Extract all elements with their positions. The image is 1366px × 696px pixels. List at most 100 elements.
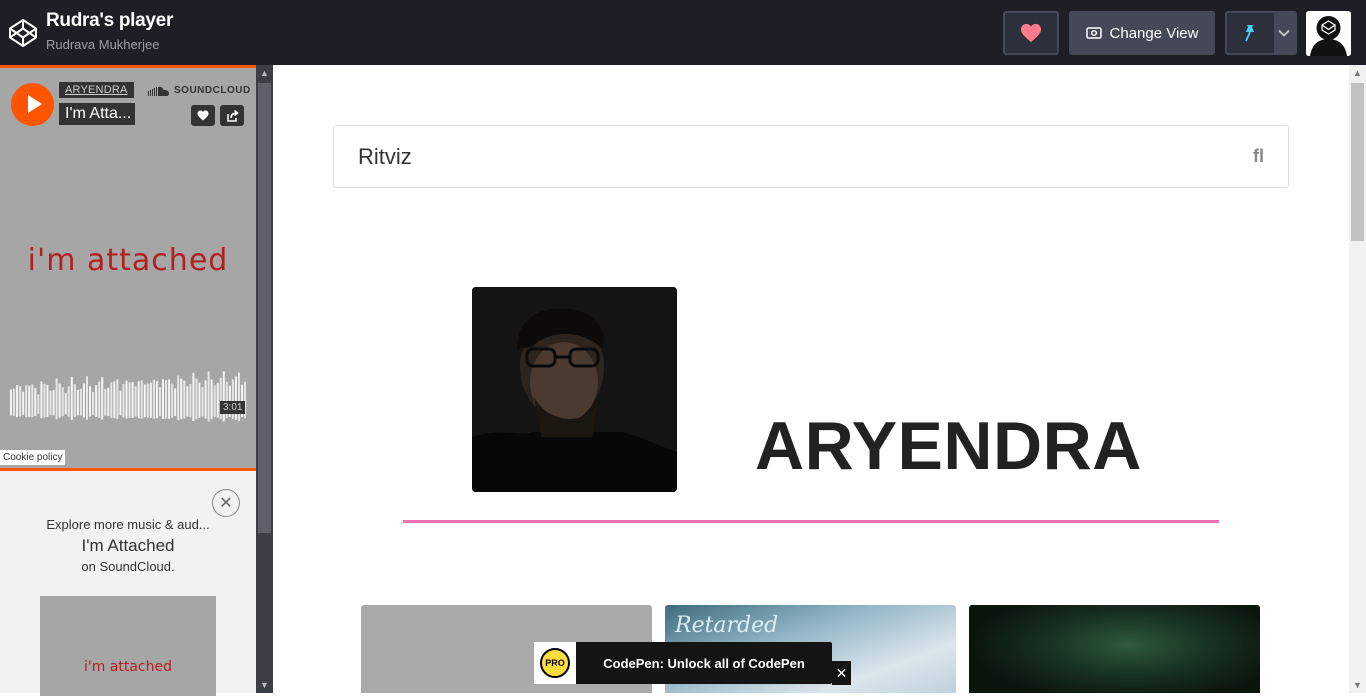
waveform-bar	[46, 385, 49, 417]
waveform-bar	[40, 381, 43, 419]
artist-name-heading: ARYENDRA	[755, 408, 1142, 484]
play-button[interactable]	[11, 83, 54, 126]
heart-icon	[197, 110, 209, 121]
track-card[interactable]	[969, 605, 1260, 693]
scroll-up-icon[interactable]: ▲	[1349, 65, 1366, 81]
track-card-artwork-text: Retarded	[675, 613, 779, 638]
codepen-logo-icon[interactable]	[8, 18, 38, 48]
avatar-image	[1306, 11, 1351, 56]
change-view-label: Change View	[1109, 24, 1199, 42]
promo-artwork[interactable]: i'm attached	[40, 596, 216, 696]
waveform-bar	[98, 381, 101, 419]
waveform-bar	[171, 383, 174, 418]
promo-platform-text: on SoundCloud.	[81, 559, 175, 574]
track-artwork-text: i'm attached	[27, 243, 229, 278]
waveform-bar	[158, 387, 161, 417]
waveform-bar	[82, 383, 85, 418]
waveform-bar	[207, 371, 210, 422]
soundcloud-logo[interactable]: SOUNDCLOUD	[148, 85, 251, 96]
promo-artwork-text: i'm attached	[83, 659, 173, 675]
search-icon[interactable]: fl	[1253, 146, 1264, 167]
right-scrollbar-thumb[interactable]	[1351, 83, 1364, 241]
waveform-bar	[110, 382, 113, 418]
pro-toast-text[interactable]: CodePen: Unlock all of CodePen	[576, 656, 832, 671]
waveform-bar	[204, 380, 207, 419]
waveform-bar	[131, 382, 134, 418]
waveform-bar	[195, 378, 198, 420]
waveform-bar	[201, 386, 204, 417]
waveform-bar	[183, 380, 186, 419]
waveform-bar	[222, 371, 225, 422]
cookie-policy-link[interactable]: Cookie policy	[0, 450, 66, 465]
view-icon	[1085, 27, 1102, 39]
waveform-bar	[149, 382, 152, 418]
waveform-bar	[43, 383, 46, 418]
waveform-bar	[134, 386, 137, 417]
pen-author[interactable]: Rudrava Mukherjee	[46, 37, 159, 52]
waveform-bar	[28, 385, 31, 417]
waveform-bar	[213, 385, 216, 417]
waveform-bar	[162, 379, 164, 419]
waveform-bar	[67, 386, 70, 417]
promo-close-icon[interactable]: ✕	[212, 489, 240, 517]
soundcloud-artist-link[interactable]: ARYENDRA	[59, 82, 134, 98]
waveform-bar	[186, 386, 189, 417]
soundcloud-embed-column: ARYENDRA I'm Atta... SOUNDCLOUD i'm atta…	[0, 65, 256, 696]
waveform-bar	[107, 387, 110, 417]
right-scrollbar[interactable]: ▲ ▼	[1349, 65, 1366, 693]
waveform-bar	[177, 375, 180, 421]
waveform-bar	[168, 379, 171, 419]
codepen-pro-toast[interactable]: PRO CodePen: Unlock all of CodePen	[534, 642, 832, 684]
pen-preview: fl ARYENDRA Retarded	[273, 65, 1349, 693]
waveform-bar	[137, 381, 140, 419]
waveform-bar	[55, 378, 58, 420]
waveform[interactable]	[10, 360, 247, 435]
artist-photo	[472, 287, 677, 492]
scroll-down-icon[interactable]: ▼	[256, 677, 273, 693]
waveform-bar	[174, 388, 177, 416]
waveform-bar	[125, 380, 128, 419]
waveform-bar	[192, 372, 195, 422]
waveform-bar	[13, 388, 16, 416]
love-button[interactable]	[1003, 11, 1059, 55]
pin-dropdown[interactable]	[1273, 13, 1295, 53]
waveform-bar	[22, 391, 25, 415]
waveform-bar	[34, 387, 37, 417]
pro-badge: PRO	[534, 642, 576, 684]
soundcloud-like-button[interactable]	[191, 105, 215, 126]
user-avatar[interactable]	[1306, 11, 1351, 56]
waveform-bar	[92, 391, 95, 415]
waveform-bar	[25, 385, 28, 417]
waveform-bar	[19, 386, 22, 417]
pin-button[interactable]	[1225, 11, 1297, 55]
change-view-button[interactable]: Change View	[1069, 11, 1215, 55]
waveform-bar	[76, 389, 79, 416]
left-scrollbar-thumb[interactable]	[258, 83, 271, 533]
waveform-bar	[155, 381, 158, 419]
promo-track-title[interactable]: I'm Attached	[0, 536, 256, 556]
waveform-bar	[95, 385, 98, 417]
artist-search-input[interactable]	[358, 144, 1158, 170]
waveform-bar	[70, 376, 73, 420]
pin-icon	[1245, 25, 1255, 42]
soundcloud-share-button[interactable]	[220, 105, 244, 126]
left-scrollbar[interactable]: ▲ ▼	[256, 65, 273, 693]
share-icon	[226, 109, 239, 122]
waveform-bar	[116, 379, 119, 419]
pin-action[interactable]	[1227, 13, 1274, 53]
waveform-bar	[119, 390, 122, 416]
waveform-bar	[16, 384, 19, 418]
scroll-up-icon[interactable]: ▲	[256, 65, 273, 81]
waveform-bar	[128, 382, 131, 418]
artist-search-box[interactable]: fl	[333, 125, 1289, 188]
waveform-bar	[61, 387, 64, 417]
artist-divider	[403, 520, 1219, 523]
waveform-bar	[79, 388, 82, 416]
artist-profile-image	[472, 287, 677, 492]
waveform-bar	[52, 390, 55, 416]
waveform-bar	[104, 388, 107, 416]
scroll-down-icon[interactable]: ▼	[1349, 677, 1366, 693]
toast-close-icon[interactable]: ✕	[832, 661, 851, 685]
soundcloud-track-title[interactable]: I'm Atta...	[59, 103, 135, 125]
promo-explore-text: Explore more music & aud...	[46, 517, 210, 532]
